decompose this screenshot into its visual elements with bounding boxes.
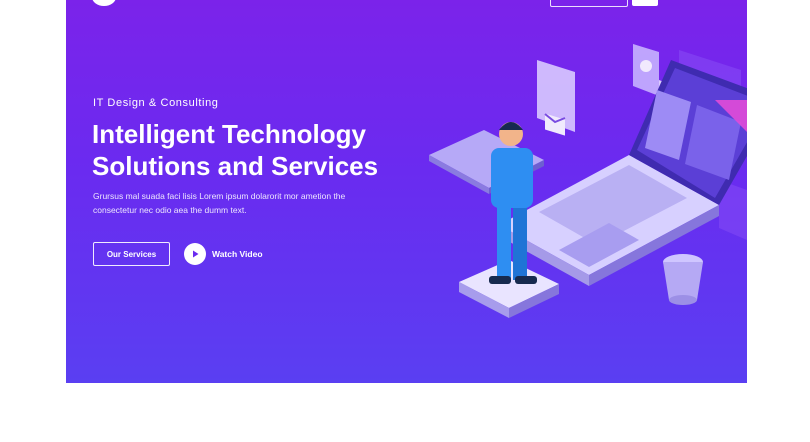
- nav-outline-button[interactable]: [550, 0, 628, 7]
- watch-video-label: Watch Video: [212, 249, 263, 259]
- top-navbar: [66, 0, 747, 8]
- nav-solid-button[interactable]: [632, 0, 658, 6]
- hero-title-line-1: Intelligent Technology: [92, 119, 366, 149]
- hero-description: Grursus mal suada faci lisis Lorem ipsum…: [93, 189, 363, 217]
- hero-title: Intelligent Technology Solutions and Ser…: [92, 118, 412, 182]
- page: IT Design & Consulting Intelligent Techn…: [0, 0, 810, 442]
- logo-icon[interactable]: [92, 0, 116, 6]
- isometric-laptop-person-illustration: [429, 44, 747, 318]
- hero-description-line-2: consectetur nec odio aea the dumm text.: [93, 205, 247, 215]
- hero-description-line-1: Grursus mal suada faci lisis Lorem ipsum…: [93, 191, 346, 201]
- hero-eyebrow: IT Design & Consulting: [93, 97, 219, 109]
- hero-banner: IT Design & Consulting Intelligent Techn…: [66, 0, 747, 383]
- our-services-button[interactable]: Our Services: [93, 242, 170, 266]
- watch-video-button[interactable]: Watch Video: [184, 243, 263, 265]
- laptop: [499, 60, 747, 286]
- trash-bin: [663, 254, 703, 305]
- play-icon[interactable]: [184, 243, 206, 265]
- hero-title-line-2: Solutions and Services: [92, 151, 379, 181]
